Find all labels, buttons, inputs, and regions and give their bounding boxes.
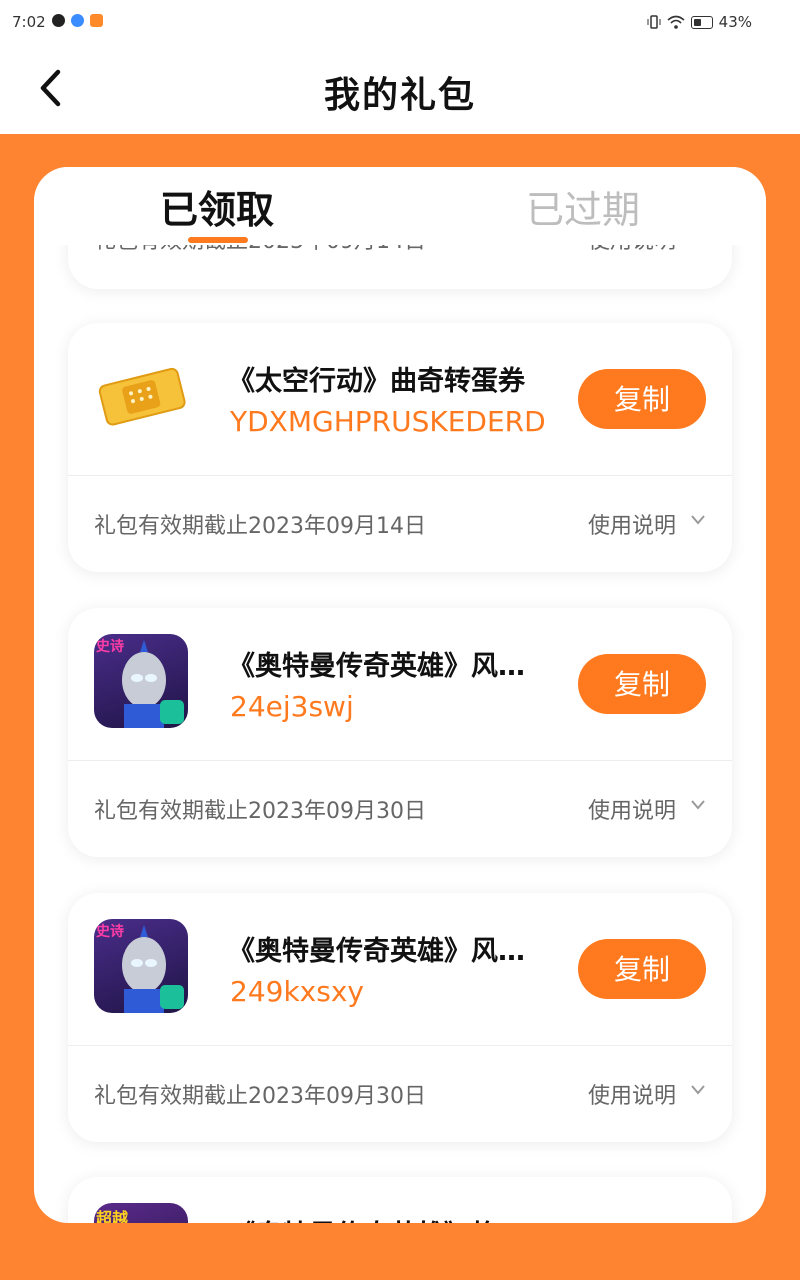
copy-button[interactable]: 复制	[578, 654, 706, 714]
notification-icons	[52, 14, 103, 27]
validity-text: 礼包有效期截止2023年09月30日	[94, 799, 426, 824]
gift-code: 24ej3swj	[230, 690, 354, 723]
usage-button[interactable]: 使用说明	[588, 793, 676, 825]
active-tab-indicator	[188, 237, 248, 243]
validity-text: 礼包有效期截止2023年09月30日	[94, 1084, 426, 1109]
vibrate-icon	[647, 15, 661, 29]
wifi-icon	[667, 15, 685, 29]
gift-title: 《奥特曼传奇英雄》风…	[228, 651, 525, 682]
browser-icon	[71, 14, 84, 27]
tab-expired[interactable]: 已过期	[526, 179, 640, 234]
status-bar: 7:02 43%	[0, 0, 800, 46]
gift-code: YDXMGHPRUSKEDERD	[230, 405, 546, 438]
gift-title: 《太空行动》曲奇转蛋券	[228, 366, 525, 397]
usage-button[interactable]: 使用说明	[588, 1078, 676, 1110]
chevron-down-icon[interactable]	[690, 797, 706, 813]
ultraman-game-icon: 史诗	[94, 634, 188, 728]
nav-bar: 我的礼包	[0, 46, 800, 134]
epic-badge: 史诗	[96, 924, 124, 940]
gift-card: 史诗 《奥特曼传奇英雄》风… 249kxsxy 复制 礼包有效期截止2023年0…	[68, 893, 732, 1142]
epic-badge: 史诗	[96, 639, 124, 655]
gift-card: 史诗 《奥特曼传奇英雄》风… 24ej3swj 复制 礼包有效期截止2023年0…	[68, 608, 732, 857]
gift-panel: 礼包有效期截止2023年09月14日 使用说明	[34, 167, 766, 1223]
game-icon: 超越	[94, 1203, 188, 1223]
gift-card: 超越 《奥特曼传奇英雄》格…	[68, 1177, 732, 1223]
chevron-down-icon[interactable]	[690, 512, 706, 528]
battery-percent: 43%	[718, 13, 752, 31]
copy-button[interactable]: 复制	[578, 369, 706, 429]
battery-icon	[690, 15, 713, 29]
super-badge: 超越	[96, 1209, 129, 1223]
gift-title: 《奥特曼传奇英雄》格…	[228, 1213, 558, 1223]
gift-card: 《太空行动》曲奇转蛋券 YDXMGHPRUSKEDERD 复制 礼包有效期截止2…	[68, 323, 732, 572]
gift-code: 249kxsxy	[230, 975, 364, 1008]
tab-received[interactable]: 已领取	[160, 179, 274, 234]
validity-text: 礼包有效期截止2023年09月14日	[94, 514, 426, 539]
usage-button[interactable]: 使用说明	[588, 508, 676, 540]
ticket-icon	[94, 349, 188, 443]
status-time: 7:02	[12, 13, 46, 31]
penguin-icon	[52, 14, 65, 27]
video-icon	[90, 14, 103, 27]
gift-title: 《奥特曼传奇英雄》风…	[228, 936, 525, 967]
status-right: 43%	[647, 13, 752, 31]
gift-list[interactable]: 礼包有效期截止2023年09月14日 使用说明	[34, 167, 766, 1223]
ultraman-game-icon: 史诗	[94, 919, 188, 1013]
copy-button[interactable]: 复制	[578, 939, 706, 999]
tab-bar: 已领取 已过期	[34, 167, 766, 245]
chevron-down-icon[interactable]	[690, 1082, 706, 1098]
page-title: 我的礼包	[323, 75, 476, 116]
